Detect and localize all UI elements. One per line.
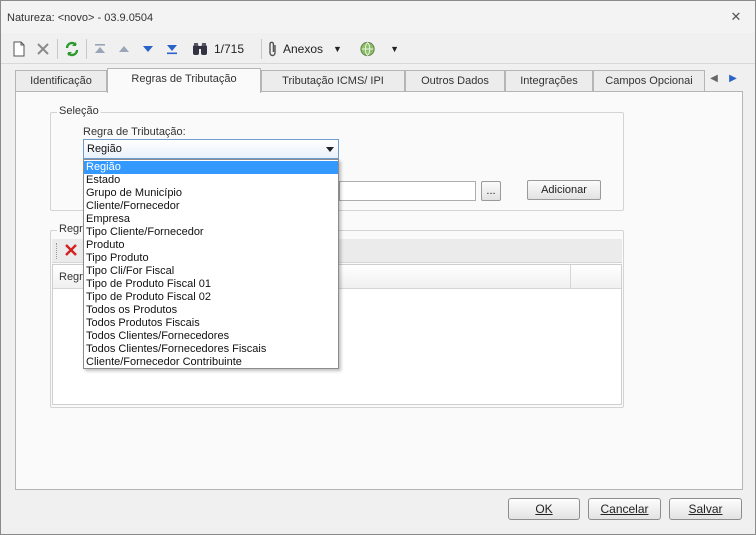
regra-tributacao-dropdown-list: Região Estado Grupo de Município Cliente…	[83, 159, 339, 369]
title-bar: Natureza: <novo> - 03.9.0504 ✕	[1, 1, 755, 33]
record-counter: 1/715	[214, 38, 254, 60]
tab-integracoes[interactable]: Integrações	[505, 70, 593, 92]
chevron-down-icon: ▼	[390, 44, 399, 54]
anexos-label: Anexos	[283, 42, 324, 56]
dropdown-option-empresa[interactable]: Empresa	[84, 213, 338, 226]
regra-tributacao-label: Regra de Tributação:	[83, 126, 186, 138]
record-counter-text: 1/715	[214, 42, 245, 56]
grip-icon	[56, 243, 58, 259]
cancel-button[interactable]: Cancelar	[588, 498, 661, 520]
dropdown-option-cliente-fornecedor[interactable]: Cliente/Fornecedor	[84, 200, 338, 213]
save-button[interactable]: Salvar	[669, 498, 742, 520]
window-title: Natureza: <novo> - 03.9.0504	[7, 12, 154, 24]
dropdown-option-grupo-de-municipio[interactable]: Grupo de Município	[84, 187, 338, 200]
regra-value-input[interactable]	[339, 181, 476, 201]
dropdown-option-tipo-produto[interactable]: Tipo Produto	[84, 252, 338, 265]
tab-strip: Identificação Regras de Tributação Tribu…	[15, 68, 745, 93]
tab-outros-dados[interactable]: Outros Dados	[405, 70, 505, 92]
anexos-button[interactable]: Anexos ▼	[267, 38, 357, 60]
tab-campos-opcionais[interactable]: Campos Opcionai	[593, 70, 705, 92]
new-record-icon[interactable]	[9, 38, 29, 60]
dropdown-option-estado[interactable]: Estado	[84, 174, 338, 187]
tab-regras-de-tributacao[interactable]: Regras de Tributação	[107, 68, 261, 93]
cancel-button-label: Cancelar	[600, 502, 649, 516]
dropdown-option-tipo-produto-fiscal-02[interactable]: Tipo de Produto Fiscal 02	[84, 291, 338, 304]
close-icon[interactable]: ✕	[729, 10, 743, 24]
ok-button[interactable]: OK	[508, 498, 580, 520]
tab-tributacao-icms-ipi[interactable]: Tributação ICMS/ IPI	[261, 70, 405, 92]
selecao-group-label: Seleção	[57, 105, 101, 117]
tab-identificacao[interactable]: Identificação	[15, 70, 107, 92]
last-record-icon[interactable]	[162, 38, 182, 60]
tab-scroll-right-icon[interactable]: ▶	[726, 70, 740, 88]
toolbar-separator	[261, 39, 262, 59]
previous-record-icon[interactable]	[114, 38, 134, 60]
dropdown-option-tipo-cli-for-fiscal[interactable]: Tipo Cli/For Fiscal	[84, 265, 338, 278]
ok-button-label: OK	[535, 502, 553, 516]
tab-label: Outros Dados	[421, 75, 489, 87]
tab-scroll-left-icon[interactable]: ◀	[707, 70, 721, 88]
regra-tributacao-value: Região	[87, 143, 122, 155]
dropdown-option-todos-clientes-fornecedores[interactable]: Todos Clientes/Fornecedores	[84, 330, 338, 343]
adicionar-button[interactable]: Adicionar	[527, 180, 601, 200]
dropdown-option-todos-produtos-fiscais[interactable]: Todos Produtos Fiscais	[84, 317, 338, 330]
tab-label: Tributação ICMS/ IPI	[282, 75, 384, 87]
chevron-down-icon	[326, 147, 334, 152]
browse-button[interactable]: ...	[481, 181, 501, 201]
dropdown-option-regiao[interactable]: Região	[84, 161, 338, 174]
tab-label: Integrações	[520, 75, 578, 87]
column-header-empty[interactable]	[571, 265, 621, 289]
globe-menu-button[interactable]: ▼	[359, 38, 399, 60]
chevron-down-icon: ▼	[333, 44, 342, 54]
save-button-label: Salvar	[688, 502, 723, 516]
next-record-icon[interactable]	[138, 38, 158, 60]
paperclip-icon	[269, 41, 276, 57]
tab-label: Campos Opcionai	[605, 75, 693, 87]
tab-label: Identificação	[30, 75, 92, 87]
dropdown-option-cliente-fornecedor-contribuinte[interactable]: Cliente/Fornecedor Contribuinte	[84, 356, 338, 369]
globe-icon	[360, 41, 375, 57]
regra-tributacao-select[interactable]: Região	[83, 139, 339, 159]
dropdown-option-todos-clientes-fornecedores-fiscais[interactable]: Todos Clientes/Fornecedores Fiscais	[84, 343, 338, 356]
toolbar-separator	[86, 39, 87, 59]
dialog-window: Natureza: <novo> - 03.9.0504 ✕ 1/715 Ane…	[0, 0, 756, 535]
column-header-label: Regr	[59, 271, 83, 283]
dropdown-option-tipo-produto-fiscal-01[interactable]: Tipo de Produto Fiscal 01	[84, 278, 338, 291]
binoculars-icon[interactable]	[190, 38, 210, 60]
first-record-icon[interactable]	[90, 38, 110, 60]
dropdown-option-produto[interactable]: Produto	[84, 239, 338, 252]
delete-rule-icon[interactable]	[64, 243, 78, 260]
toolbar-separator	[57, 39, 58, 59]
refresh-icon[interactable]	[61, 38, 83, 60]
dropdown-option-todos-os-produtos[interactable]: Todos os Produtos	[84, 304, 338, 317]
tab-label: Regras de Tributação	[131, 73, 237, 85]
toolbar: 1/715 Anexos ▼ ▼	[1, 34, 755, 64]
dropdown-option-tipo-cliente-fornecedor[interactable]: Tipo Cliente/Fornecedor	[84, 226, 338, 239]
delete-icon[interactable]	[33, 38, 53, 60]
